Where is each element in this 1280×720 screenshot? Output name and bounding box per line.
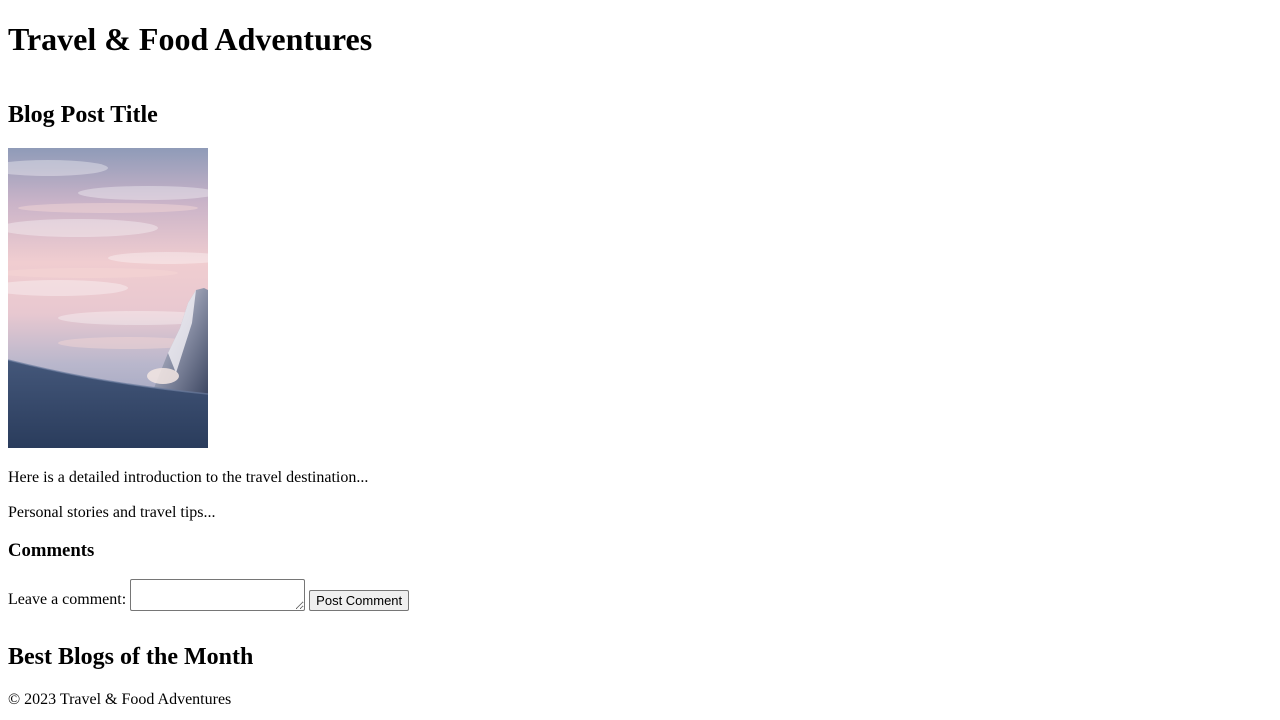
site-title: Travel & Food Adventures [8,21,373,57]
comment-textarea[interactable] [130,579,306,611]
post-comment-button[interactable]: Post Comment [309,590,410,611]
page-wrapper: Travel & Food Adventures [0,21,1280,58]
post-title: Blog Post Title [8,102,158,128]
best-blogs-heading: Best Blogs of the Month [8,644,254,670]
comments-heading: Comments [8,540,95,561]
comment-label: Leave a comment: [8,591,127,608]
post-stories: Personal stories and travel tips... [8,504,216,521]
footer-copyright: © 2023 Travel & Food Adventures [8,691,232,708]
post-intro: Here is a detailed introduction to the t… [8,469,369,486]
post-image [8,148,208,448]
comment-form: Leave a comment: Post Comment [8,579,410,611]
mountain-sunset-photo [8,148,208,448]
